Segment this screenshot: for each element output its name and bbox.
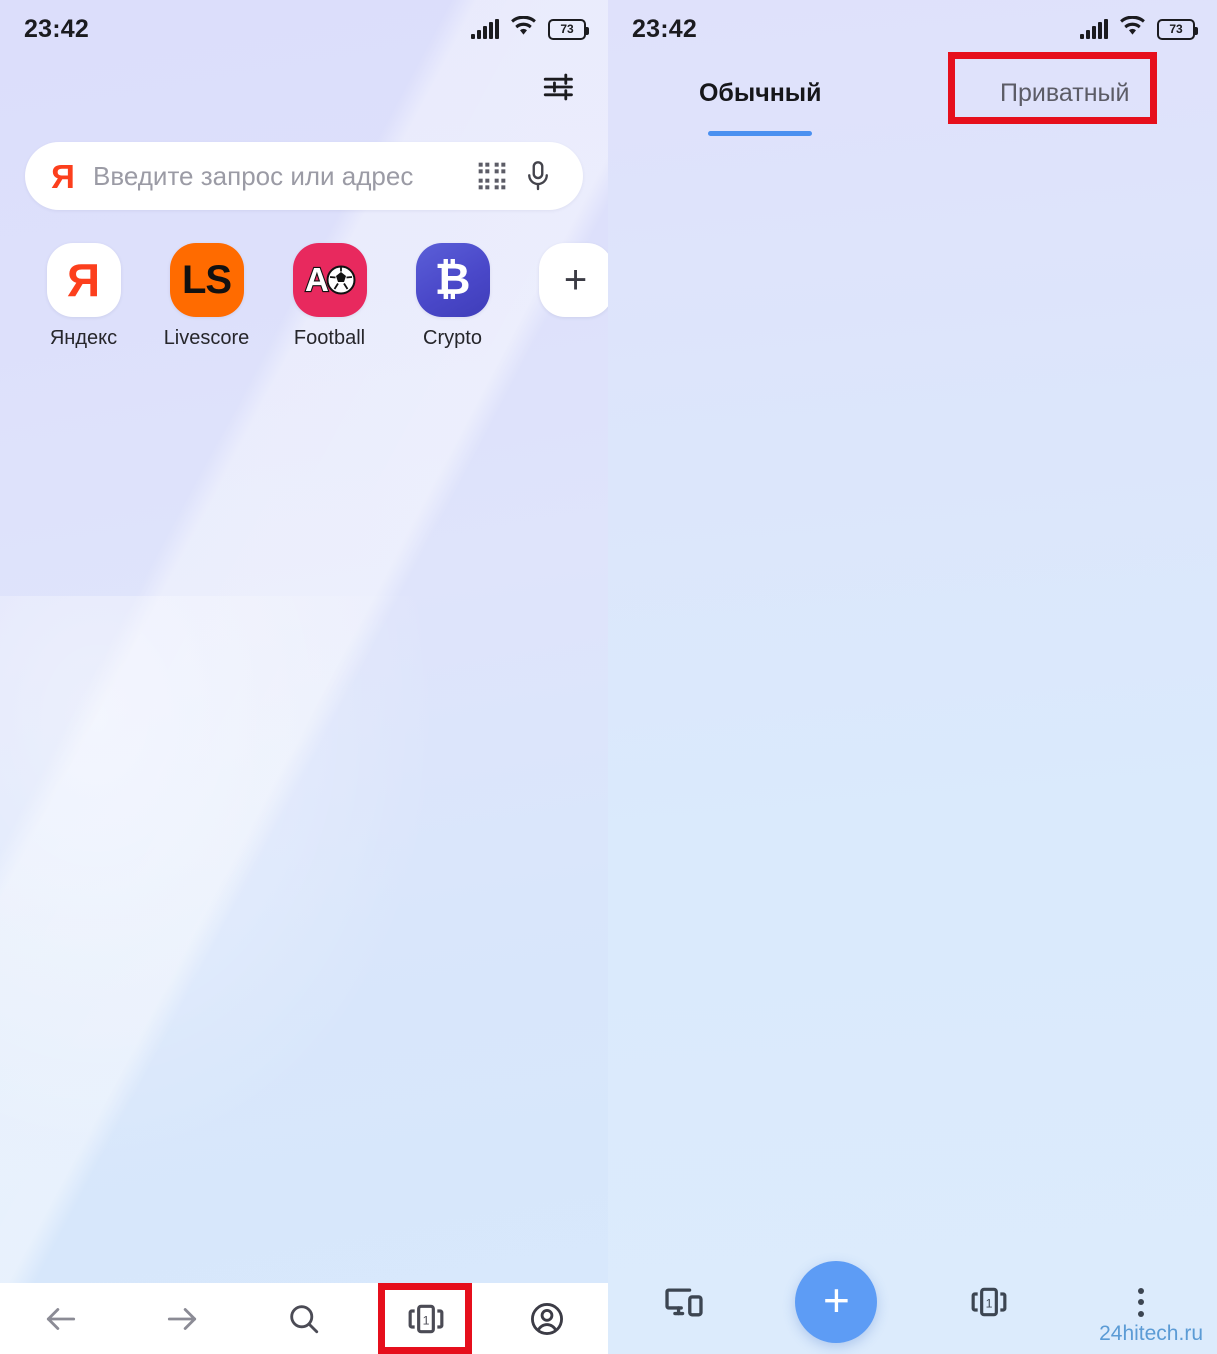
svg-text:1: 1 bbox=[422, 1313, 429, 1327]
tabs-count-button[interactable]: 1 bbox=[913, 1282, 1065, 1322]
shortcut-row: Я Яндекс LS Livescore A Football ₿ Crypt… bbox=[22, 243, 608, 350]
tab-active-underline bbox=[708, 131, 813, 136]
kebab-menu-icon bbox=[1137, 1287, 1144, 1317]
search-bar[interactable]: Я Введите запрос или адрес bbox=[25, 142, 583, 210]
tabs-button[interactable]: 1 bbox=[382, 1283, 470, 1354]
search-input[interactable]: Введите запрос или адрес bbox=[93, 161, 469, 192]
status-icon-group: 73 bbox=[471, 15, 589, 42]
forward-button[interactable] bbox=[138, 1283, 226, 1354]
shortcut-crypto[interactable]: ₿ Crypto bbox=[391, 243, 514, 350]
battery-level: 73 bbox=[1169, 22, 1183, 36]
crypto-bitcoin-icon[interactable]: ₿ bbox=[415, 243, 490, 317]
shortcut-add[interactable]: + bbox=[514, 243, 608, 327]
wifi-icon bbox=[1119, 15, 1146, 42]
tune-sliders-icon[interactable] bbox=[526, 58, 590, 116]
livescore-icon[interactable]: LS bbox=[169, 243, 244, 317]
add-icon: + bbox=[822, 1274, 850, 1326]
signal-bars-icon bbox=[1080, 18, 1108, 39]
bottom-toolbar-left: 1 bbox=[0, 1283, 608, 1354]
battery-icon: 73 bbox=[1157, 18, 1198, 40]
football-icon[interactable]: A bbox=[292, 243, 367, 317]
tab-normal-label: Обычный bbox=[698, 78, 822, 107]
bitcoin-glyph: ₿ bbox=[434, 255, 471, 304]
tab-mode-strip: Обычный Приватный bbox=[608, 56, 1217, 136]
new-tab-button[interactable]: + bbox=[795, 1261, 878, 1343]
back-button[interactable] bbox=[17, 1283, 105, 1354]
battery-level: 73 bbox=[560, 22, 574, 36]
site-watermark: 24hitech.ru bbox=[1099, 1322, 1203, 1345]
screenshot-root: 23:42 73 Я Введите запрос или адрес Я Ян… bbox=[0, 0, 1217, 1354]
livescore-glyph: LS bbox=[181, 258, 232, 302]
status-icon-group: 73 bbox=[1080, 15, 1198, 42]
shortcut-label: Яндекс bbox=[49, 327, 118, 349]
overflow-menu-button[interactable] bbox=[1065, 1287, 1217, 1317]
yandex-glyph: Я bbox=[66, 254, 101, 306]
shortcut-yandex[interactable]: Я Яндекс bbox=[22, 243, 145, 350]
battery-icon: 73 bbox=[548, 18, 589, 40]
shortcut-label: Livescore bbox=[163, 327, 250, 349]
shortcut-football[interactable]: A Football bbox=[268, 243, 391, 350]
plus-glyph: + bbox=[563, 258, 588, 302]
qr-code-icon[interactable] bbox=[469, 160, 515, 192]
tab-private-label: Приватный bbox=[1000, 78, 1130, 107]
tab-normal[interactable]: Обычный bbox=[608, 56, 913, 136]
devices-cast-button[interactable] bbox=[608, 1281, 760, 1323]
status-time: 23:42 bbox=[24, 14, 89, 43]
microphone-icon[interactable] bbox=[515, 159, 561, 193]
status-bar-right: 23:42 73 bbox=[608, 0, 1217, 58]
new-tab-fab-slot: + bbox=[760, 1261, 912, 1343]
svg-text:A: A bbox=[305, 261, 329, 298]
tab-private[interactable]: Приватный bbox=[913, 56, 1217, 130]
shortcut-label: Football bbox=[293, 327, 366, 349]
status-time: 23:42 bbox=[632, 14, 697, 43]
add-shortcut-icon[interactable]: + bbox=[538, 243, 608, 317]
yandex-icon[interactable]: Я bbox=[46, 243, 121, 317]
shortcut-label: Crypto bbox=[423, 327, 482, 349]
status-bar-left: 23:42 73 bbox=[0, 0, 608, 58]
tabs-overview-screen: 23:42 73 Обычный Приватный Дом bbox=[608, 0, 1217, 1354]
svg-text:1: 1 bbox=[985, 1297, 992, 1311]
search-button[interactable] bbox=[260, 1283, 348, 1354]
yandex-logo-icon: Я bbox=[51, 157, 75, 195]
signal-bars-icon bbox=[471, 18, 499, 39]
wifi-icon bbox=[510, 15, 537, 42]
browser-home-screen: 23:42 73 Я Введите запрос или адрес Я Ян… bbox=[0, 0, 608, 1354]
shortcut-livescore[interactable]: LS Livescore bbox=[145, 243, 268, 350]
profile-button[interactable] bbox=[503, 1283, 591, 1354]
